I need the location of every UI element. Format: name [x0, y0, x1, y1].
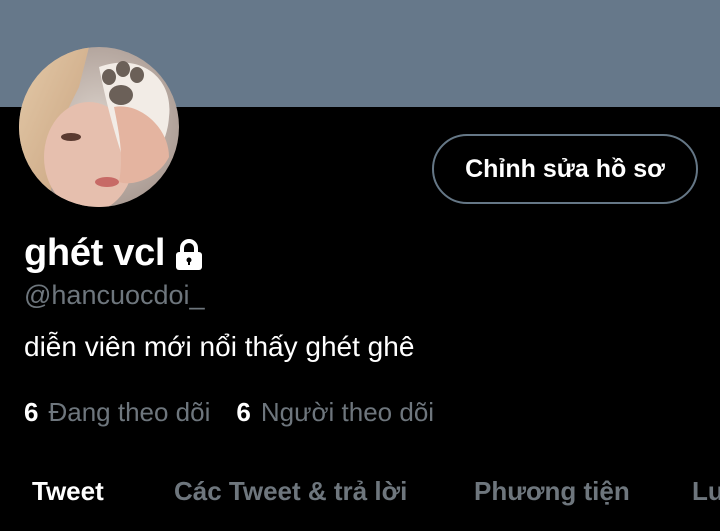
profile-stats: 6 Đang theo dõi 6 Người theo dõi [24, 397, 434, 428]
following-link[interactable]: 6 Đang theo dõi [24, 397, 210, 428]
followers-label: Người theo dõi [260, 397, 435, 427]
profile-handle: @hancuocdoi_ [24, 280, 205, 310]
followers-link[interactable]: 6 Người theo dõi [236, 397, 434, 428]
profile-bio: diễn viên mới nổi thấy ghét ghê [24, 331, 415, 362]
tab-likes[interactable]: Lu [692, 476, 720, 507]
edit-profile-button[interactable]: Chỉnh sửa hồ sơ [432, 134, 698, 204]
following-count: 6 [24, 397, 39, 427]
followers-count: 6 [236, 397, 251, 427]
display-name: ghét vcl [24, 231, 166, 274]
profile-name-row: ghét vcl [24, 228, 205, 278]
lock-icon [176, 239, 203, 270]
following-label: Đang theo dõi [48, 397, 211, 427]
tab-tweets[interactable]: Tweet [32, 476, 104, 507]
avatar[interactable] [19, 47, 179, 207]
tab-media[interactable]: Phương tiện [474, 476, 630, 507]
profile-tabs: Tweet Các Tweet & trả lời Phương tiện Lu [0, 470, 720, 531]
avatar-image [19, 47, 179, 207]
tab-tweets-and-replies[interactable]: Các Tweet & trả lời [174, 476, 407, 507]
